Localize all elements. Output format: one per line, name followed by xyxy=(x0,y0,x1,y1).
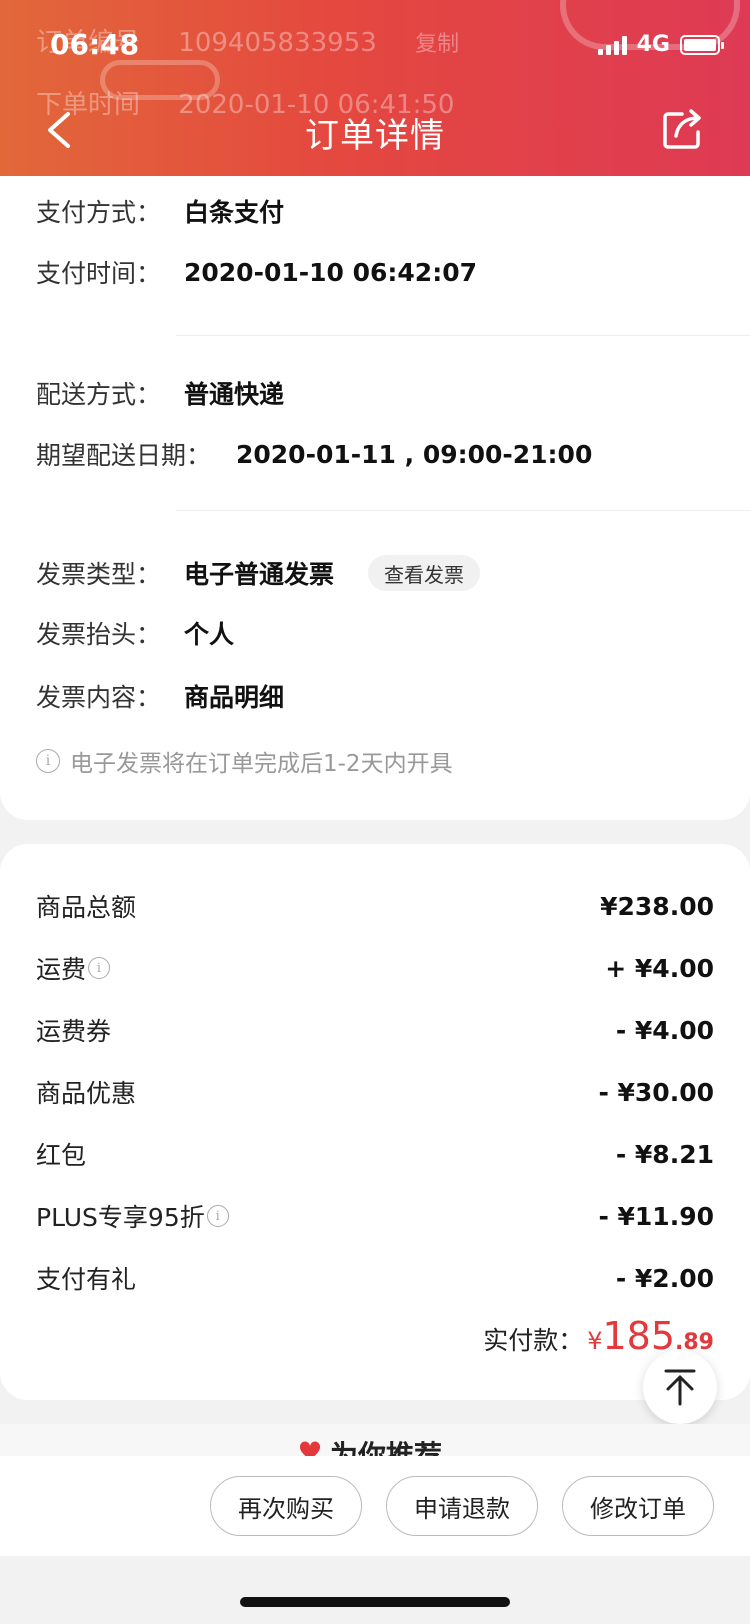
delivery-date-value: 2020-01-11 , 09:00-21:00 xyxy=(236,439,593,469)
fee-value: ¥238.00 xyxy=(600,891,714,921)
header-bar: 订单编号 109405833953 复制 下单时间 2020-01-10 06:… xyxy=(0,0,750,176)
fee-row: 运费 i + ¥4.00 xyxy=(36,948,714,988)
total-currency: ¥ xyxy=(587,1327,603,1355)
price-summary-card: 商品总额 ¥238.00 运费 i + ¥4.00 运费券 - ¥4.00 商品优… xyxy=(0,844,750,1400)
share-icon[interactable] xyxy=(660,106,706,152)
fee-value: - ¥2.00 xyxy=(615,1263,714,1293)
invoice-note: i 电子发票将在订单完成后1-2天内开具 xyxy=(36,744,453,778)
fee-label: PLUS专享95折 i xyxy=(36,1198,229,1234)
fee-value: - ¥8.21 xyxy=(615,1139,714,1169)
invoice-content-row: 发票内容： 商品明细 xyxy=(36,676,284,716)
back-to-top-button[interactable] xyxy=(643,1350,717,1424)
info-icon: i xyxy=(36,749,60,773)
payment-time-row: 支付时间： 2020-01-10 06:42:07 xyxy=(36,252,477,292)
fee-row: PLUS专享95折 i - ¥11.90 xyxy=(36,1196,714,1236)
bottom-action-bar: 再次购买 申请退款 修改订单 xyxy=(0,1456,750,1556)
fee-value: - ¥30.00 xyxy=(598,1077,714,1107)
payment-time-value: 2020-01-10 06:42:07 xyxy=(184,257,477,287)
info-icon[interactable]: i xyxy=(88,957,111,979)
invoice-content-label: 发票内容： xyxy=(36,683,162,712)
arrow-up-icon xyxy=(664,1369,696,1406)
fee-row: 商品总额 ¥238.00 xyxy=(36,886,714,926)
invoice-type-value: 电子普通发票 xyxy=(184,560,335,589)
fee-label: 商品总额 xyxy=(36,893,137,922)
fee-value: + ¥4.00 xyxy=(605,953,714,983)
recommend-title: 为你推荐 xyxy=(330,1439,443,1456)
order-info-card: 支付方式： 白条支付 支付时间： 2020-01-10 06:42:07 配送方… xyxy=(0,176,750,820)
info-icon[interactable]: i xyxy=(206,1205,229,1227)
delivery-method-label: 配送方式： xyxy=(36,380,162,409)
fee-row: 支付有礼 - ¥2.00 xyxy=(36,1258,714,1298)
signal-icon xyxy=(597,35,627,55)
invoice-type-row: 发票类型： 电子普通发票 xyxy=(36,553,334,593)
rebuy-button[interactable]: 再次购买 xyxy=(210,1476,362,1536)
invoice-type-label: 发票类型： xyxy=(36,560,162,589)
fee-value: - ¥11.90 xyxy=(598,1201,714,1231)
delivery-method-row: 配送方式： 普通快递 xyxy=(36,373,284,413)
heart-icon xyxy=(299,1441,321,1456)
status-time: 06:48 xyxy=(50,28,140,61)
delivery-method-value: 普通快递 xyxy=(184,380,285,409)
fee-row: 运费券 - ¥4.00 xyxy=(36,1010,714,1050)
divider xyxy=(176,335,750,336)
modify-order-button[interactable]: 修改订单 xyxy=(562,1476,714,1536)
total-label: 实付款： xyxy=(483,1326,584,1355)
fee-label: 运费券 xyxy=(36,1017,112,1046)
fee-label: 支付有礼 xyxy=(36,1265,137,1294)
divider xyxy=(176,510,750,511)
invoice-title-value: 个人 xyxy=(184,620,235,649)
delivery-date-row: 期望配送日期： 2020-01-11 , 09:00-21:00 xyxy=(36,434,592,474)
fee-row: 商品优惠 - ¥30.00 xyxy=(36,1072,714,1112)
network-type: 4G xyxy=(636,32,670,57)
fee-value: - ¥4.00 xyxy=(615,1015,714,1045)
fee-label: 商品优惠 xyxy=(36,1079,137,1108)
invoice-note-text: 电子发票将在订单完成后1-2天内开具 xyxy=(70,751,453,777)
home-indicator[interactable] xyxy=(240,1597,510,1607)
fee-row: 红包 - ¥8.21 xyxy=(36,1134,714,1174)
total-integer: 185 xyxy=(602,1314,676,1358)
battery-icon xyxy=(680,34,724,55)
view-invoice-button[interactable]: 查看发票 xyxy=(368,555,480,591)
invoice-title-row: 发票抬头： 个人 xyxy=(36,613,234,653)
payment-time-label: 支付时间： xyxy=(36,259,162,288)
invoice-title-label: 发票抬头： xyxy=(36,620,162,649)
delivery-date-label: 期望配送日期： xyxy=(36,441,212,470)
home-indicator-area xyxy=(0,1556,750,1624)
recommend-section: 为你推荐 xyxy=(0,1424,750,1456)
invoice-content-value: 商品明细 xyxy=(184,683,285,712)
payment-method-value: 白条支付 xyxy=(184,198,285,227)
payment-method-label: 支付方式： xyxy=(36,198,162,227)
fee-label: 运费 i xyxy=(36,950,111,986)
payment-method-row: 支付方式： 白条支付 xyxy=(36,191,284,231)
page-title: 订单详情 xyxy=(305,116,445,156)
fee-label: 红包 xyxy=(36,1141,87,1170)
refund-button[interactable]: 申请退款 xyxy=(386,1476,538,1536)
status-indicators: 4G xyxy=(597,32,724,57)
